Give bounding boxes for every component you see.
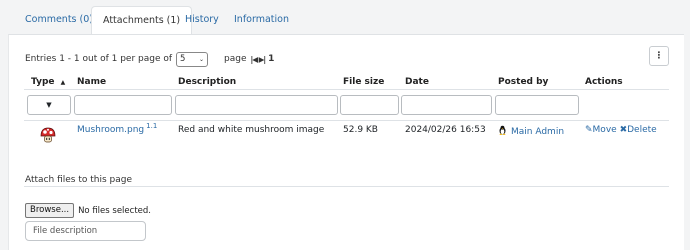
page-nav-arrows-icon[interactable]: |◀ ▶|	[251, 55, 267, 64]
current-page: 1	[268, 54, 275, 64]
attachment-name-cell: Mushroom.png 1.1	[77, 122, 157, 135]
table-options-button[interactable]: ⋮	[649, 46, 669, 66]
move-label: Move	[592, 125, 617, 135]
attachment-file-link[interactable]: Mushroom.png	[77, 125, 144, 135]
penguin-avatar-icon	[499, 125, 506, 135]
name-filter-input[interactable]	[74, 95, 172, 115]
attachment-size: 52.9 KB	[343, 125, 378, 135]
attachment-actions: ✎Move ✖Delete	[585, 125, 657, 135]
attachment-date: 2024/02/26 16:53	[405, 125, 486, 135]
tab-information-label: Information	[234, 14, 289, 25]
mushroom-image-icon	[40, 127, 56, 143]
close-icon: ✖	[619, 125, 628, 135]
author-link[interactable]: Main Admin	[511, 127, 564, 137]
delete-action[interactable]: ✖Delete	[620, 125, 657, 135]
tab-information[interactable]: Information	[234, 6, 289, 34]
edit-icon: ✎	[585, 125, 593, 135]
size-filter-input[interactable]	[340, 95, 399, 115]
tab-comments[interactable]: Comments (0)	[25, 6, 93, 34]
tab-history[interactable]: History	[185, 6, 219, 34]
pagination: Entries 1 - 1 out of 1 per page of 5 ⌄ p…	[25, 51, 274, 67]
chevron-updown-icon: ⌄	[199, 55, 205, 63]
header-divider	[24, 89, 669, 90]
tab-comments-label: Comments (0)	[25, 14, 93, 25]
browse-button[interactable]: Browse...	[25, 203, 75, 218]
attachments-panel: Entries 1 - 1 out of 1 per page of 5 ⌄ p…	[8, 34, 684, 250]
column-header-actions: Actions	[585, 77, 623, 87]
tab-bar: Comments (0) Attachments (1) History Inf…	[13, 6, 683, 34]
file-chooser: Browse... No files selected.	[25, 203, 151, 218]
type-filter-select[interactable]: ▼	[27, 95, 71, 115]
delete-label: Delete	[627, 125, 657, 135]
chevron-down-icon: ▼	[46, 101, 52, 109]
kebab-menu-icon: ⋮	[654, 51, 664, 61]
attachment-author: Main Admin	[498, 125, 564, 137]
page-label: page	[224, 54, 247, 64]
per-page-value: 5	[180, 54, 186, 64]
entries-summary: Entries 1 - 1 out of 1 per page of	[25, 54, 173, 64]
attach-section-title: Attach files to this page	[25, 175, 132, 185]
tab-attachments-label: Attachments (1)	[103, 15, 181, 26]
attach-section-divider	[24, 186, 669, 187]
description-filter-input[interactable]	[175, 95, 338, 115]
attachment-description: Red and white mushroom image	[178, 125, 325, 135]
column-header-date[interactable]: Date	[405, 77, 429, 87]
date-filter-input[interactable]	[401, 95, 492, 115]
tab-history-label: History	[185, 14, 219, 25]
file-description-input[interactable]	[25, 221, 146, 241]
column-header-name[interactable]: Name	[77, 77, 106, 87]
per-page-select[interactable]: 5 ⌄	[176, 51, 209, 67]
no-file-status: No files selected.	[78, 205, 151, 216]
posted-by-filter-input[interactable]	[495, 95, 579, 115]
tab-attachments[interactable]: Attachments (1)	[91, 6, 193, 34]
column-header-description[interactable]: Description	[178, 77, 236, 87]
column-header-file-size[interactable]: File size	[343, 77, 384, 87]
column-header-posted-by[interactable]: Posted by	[498, 77, 548, 87]
column-type-label: Type	[31, 77, 55, 87]
move-action[interactable]: ✎Move	[585, 125, 617, 135]
filter-divider	[24, 120, 669, 121]
attachment-version-link[interactable]: 1.1	[146, 122, 157, 130]
sort-ascending-icon: ▲	[60, 79, 66, 86]
column-header-type[interactable]: Type ▲	[31, 77, 65, 87]
